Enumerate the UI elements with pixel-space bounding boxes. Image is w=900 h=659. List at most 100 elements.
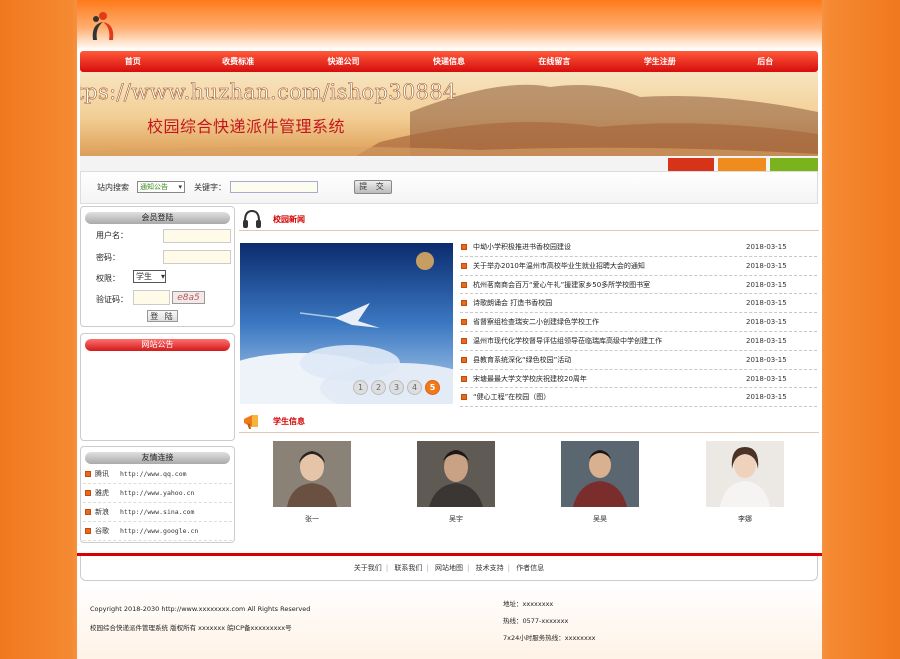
news-list: 中坳小学积极推进书香校园建设 2018-03-15 关于举办2010年温州市高校毕业… [460, 238, 817, 408]
page-dot[interactable]: 2 [371, 380, 386, 395]
bullet-icon [85, 490, 91, 496]
nav-guestbook[interactable]: 在线留言 [502, 51, 607, 72]
captcha-label: 验证码： [96, 295, 128, 304]
notice-box: 网站公告 [80, 333, 235, 441]
search-submit-button[interactable]: 提 交 [354, 180, 392, 194]
news-item[interactable]: “健心工程”在校园（图） 2018-03-15 [460, 388, 817, 408]
student-card[interactable]: 张一 [273, 441, 351, 524]
footer-nav: 关于我们 | 联系我们 | 网站地图 | 技术支持 | 作者信息 [80, 556, 818, 581]
friend-link-name: 谷歌 [95, 527, 109, 535]
bullet-icon [85, 528, 91, 534]
icp-text: 校园综合快递派件管理系统 版权所有 xxxxxxx 皖ICP备xxxxxxxxx… [90, 624, 292, 632]
copyright-text: Copyright 2018-2030 http://www.xxxxxxxx.… [90, 605, 311, 613]
page-dot[interactable]: 1 [353, 380, 368, 395]
student-name: 吴昊 [593, 515, 607, 523]
login-title: 会员登陆 [85, 212, 230, 224]
nav-student-register[interactable]: 学生注册 [607, 51, 712, 72]
nav-home[interactable]: 首页 [80, 51, 185, 72]
news-item[interactable]: 省督察组检查瑞安二小创建绿色学校工作 2018-03-15 [460, 313, 817, 332]
keyword-label: 关键字： [194, 183, 226, 192]
student-card[interactable]: 吴宇 [417, 441, 495, 524]
friend-link[interactable]: 腾讯 http://www.qq.com [83, 465, 232, 484]
friend-links-box: 友情连接 腾讯 http://www.qq.com 雅虎 http://www.ya… [80, 446, 235, 543]
student-name: 李娜 [738, 515, 752, 523]
bullet-icon [461, 300, 467, 307]
news-item-title[interactable]: 温州市现代化学校督导评估组领导莅临瑞库高级中学创建工作 [473, 332, 662, 350]
page-dot[interactable]: 4 [407, 380, 422, 395]
news-item-title[interactable]: 中坳小学积极推进书香校园建设 [473, 238, 571, 256]
news-item-title[interactable]: 关于举办2010年温州市高校毕业生就业招聘大会的通知 [473, 257, 645, 275]
students-title: 学生信息 [273, 417, 305, 426]
captcha-image[interactable]: e8a5 [172, 291, 205, 304]
friend-link[interactable]: 谷歌 http://www.google.cn [83, 522, 232, 541]
news-item-date: 2018-03-15 [746, 336, 787, 345]
news-item-date: 2018-03-15 [746, 393, 787, 402]
phone-text: 热线：0577-xxxxxxx [503, 617, 569, 625]
password-label: 密码： [96, 253, 120, 262]
friend-link-name: 雅虎 [95, 489, 109, 497]
nav-admin[interactable]: 后台 [713, 51, 818, 72]
separator: | [507, 564, 510, 572]
student-card[interactable]: 李娜 [706, 441, 784, 524]
friend-link[interactable]: 雅虎 http://www.yahoo.cn [83, 484, 232, 503]
service-hotline-text: 7x24小时服务热线：xxxxxxxx [503, 634, 596, 642]
username-input[interactable] [163, 229, 231, 243]
news-item-title[interactable]: 县教育系统深化“绿色校园”活动 [473, 351, 571, 369]
nav-courier-companies[interactable]: 快递公司 [291, 51, 396, 72]
headphones-icon [243, 209, 261, 228]
news-item-date: 2018-03-15 [746, 299, 787, 308]
news-item[interactable]: 关于举办2010年温州市高校毕业生就业招聘大会的通知 2018-03-15 [460, 257, 817, 276]
news-item-date: 2018-03-15 [746, 374, 787, 383]
page-dot[interactable]: 3 [389, 380, 404, 395]
news-item-date: 2018-03-15 [746, 355, 787, 364]
slideshow-pager: 1 2 3 4 5 [353, 380, 440, 395]
password-input[interactable] [163, 250, 231, 264]
footer-link-contact[interactable]: 联系我们 [394, 564, 422, 572]
news-item-title[interactable]: “健心工程”在校园（图） [473, 388, 550, 406]
news-item-title[interactable]: 诗歌朗诵会 打造书香校园 [473, 294, 552, 312]
search-label: 站内搜索 [97, 183, 129, 192]
news-section-header: 校园新闻 [239, 207, 819, 231]
friend-link-url: http://www.google.cn [120, 527, 199, 535]
news-item-date: 2018-03-15 [746, 261, 787, 270]
news-item-title[interactable]: 省督察组检查瑞安二小创建绿色学校工作 [473, 313, 599, 331]
news-item-date: 2018-03-15 [746, 243, 787, 251]
captcha-input[interactable] [133, 290, 170, 305]
search-category-value: 通知公告 [140, 183, 168, 191]
banner: https://www.huzhan.com/ishop30884 校园综合快递… [80, 72, 818, 171]
footer-link-sitemap[interactable]: 网站地图 [435, 564, 463, 572]
news-item[interactable]: 宋塘最最大学文学校庆祝建校20周年 2018-03-15 [460, 370, 817, 389]
nav-courier-info[interactable]: 快递信息 [396, 51, 501, 72]
search-bar: 站内搜索 通知公告 ▾ 关键字： 提 交 [80, 171, 818, 204]
news-item[interactable]: 中坳小学积极推进书香校园建设 2018-03-15 [460, 238, 817, 257]
header [77, 0, 822, 50]
footer-link-about[interactable]: 关于我们 [354, 564, 382, 572]
friend-link-url: http://www.sina.com [120, 508, 195, 516]
separator: | [426, 564, 429, 572]
megaphone-icon [244, 415, 258, 429]
bullet-icon [461, 262, 467, 269]
logo [92, 12, 114, 40]
login-button[interactable]: 登 陆 [147, 310, 178, 322]
news-slideshow[interactable]: 1 2 3 4 5 [240, 243, 453, 404]
footer-link-support[interactable]: 技术支持 [476, 564, 504, 572]
student-card[interactable]: 吴昊 [561, 441, 639, 524]
chevron-down-icon: ▾ [160, 272, 165, 281]
page-dot-active[interactable]: 5 [425, 380, 440, 395]
friend-links-title: 友情连接 [85, 452, 230, 464]
news-item[interactable]: 县教育系统深化“绿色校园”活动 2018-03-15 [460, 351, 817, 370]
role-value: 学生 [136, 272, 152, 281]
news-item-title[interactable]: 宋塘最最大学文学校庆祝建校20周年 [473, 370, 587, 388]
role-select[interactable]: 学生 ▾ [133, 270, 166, 283]
news-item[interactable]: 诗歌朗诵会 打造书香校园 2018-03-15 [460, 294, 817, 314]
footer-link-author[interactable]: 作者信息 [516, 564, 544, 572]
nav-fees[interactable]: 收费标准 [185, 51, 290, 72]
friend-link[interactable]: 新浪 http://www.sina.com [83, 503, 232, 522]
search-category-select[interactable]: 通知公告 ▾ [137, 181, 185, 193]
bullet-icon [461, 394, 467, 401]
keyword-input[interactable] [230, 181, 318, 193]
news-item-title[interactable]: 杭州茗南商会百万“爱心午礼”援建家乡50多所学校图书室 [473, 276, 650, 294]
footer: Copyright 2018-2030 http://www.xxxxxxxx.… [77, 584, 822, 659]
news-item[interactable]: 温州市现代化学校督导评估组领导莅临瑞库高级中学创建工作 2018-03-15 [460, 332, 817, 351]
news-item[interactable]: 杭州茗南商会百万“爱心午礼”援建家乡50多所学校图书室 2018-03-15 [460, 276, 817, 295]
